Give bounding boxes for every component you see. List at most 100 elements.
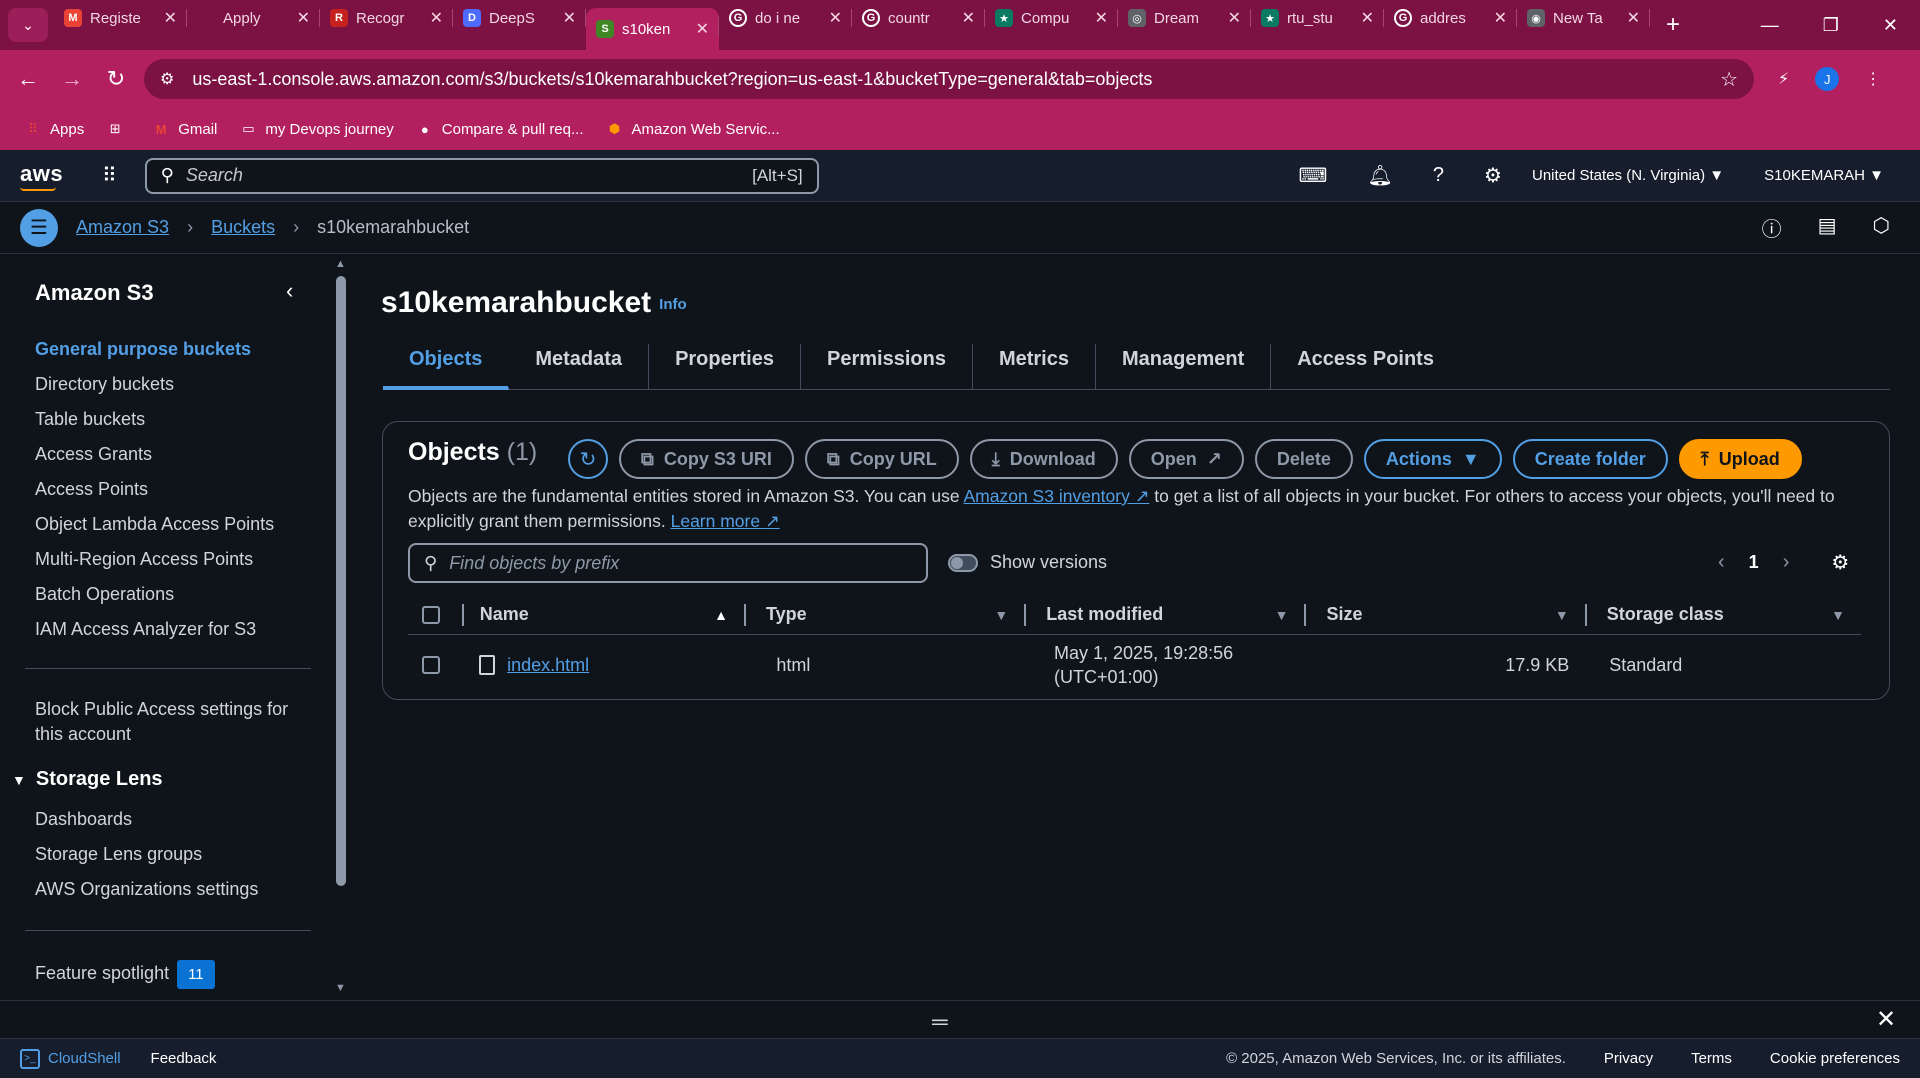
browser-tab[interactable]: Gdo i ne ✕ — [719, 0, 852, 36]
actions-dropdown-button[interactable]: Actions ▼ — [1363, 439, 1502, 479]
sidebar-item-general-purpose-buckets[interactable]: General purpose buckets — [35, 332, 274, 367]
browser-tab[interactable]: Gaddres ✕ — [1384, 0, 1517, 36]
sidebar-item-batch-operations[interactable]: Batch Operations — [35, 577, 274, 612]
scroll-down-icon[interactable]: ▼ — [335, 982, 346, 994]
tab-objects[interactable]: Objects — [383, 344, 510, 390]
browser-tab[interactable]: ★ rtu_stu ✕ — [1251, 0, 1384, 36]
show-versions-toggle[interactable] — [948, 553, 978, 572]
profile-avatar[interactable]: J — [1815, 67, 1840, 91]
create-folder-button[interactable]: Create folder — [1512, 439, 1668, 479]
collapse-sidebar-icon[interactable]: ‹ — [286, 278, 293, 304]
select-all-checkbox[interactable] — [422, 605, 440, 624]
column-header-name[interactable]: Name ▲ — [464, 603, 744, 627]
scroll-up-icon[interactable]: ▲ — [335, 258, 346, 270]
browser-menu-icon[interactable]: ⋮ — [1865, 69, 1881, 89]
copy-s3-uri-button[interactable]: ⧉ Copy S3 URI — [619, 439, 794, 479]
sidebar-item-multi-region[interactable]: Multi-Region Access Points — [35, 542, 274, 577]
region-selector[interactable]: United States (N. Virginia) ▼ — [1532, 167, 1724, 184]
account-menu[interactable]: S10KEMARAH ▼ — [1764, 167, 1884, 184]
extensions-icon[interactable]: ⚡ — [1778, 69, 1789, 89]
cookie-preferences-link[interactable]: Cookie preferences — [1770, 1050, 1900, 1067]
tab-metadata[interactable]: Metadata — [509, 344, 650, 390]
tab-close-icon[interactable]: ✕ — [1228, 8, 1241, 28]
services-menu-icon[interactable]: ⠿ — [102, 163, 117, 188]
bookmark-tab-groups[interactable]: ⊞ — [106, 120, 124, 138]
bookmark-star-icon[interactable]: ☆ — [1720, 67, 1738, 92]
s3-inventory-link[interactable]: Amazon S3 inventory — [964, 486, 1130, 506]
sidebar-item-access-grants[interactable]: Access Grants — [35, 437, 274, 472]
settings-gear-icon[interactable]: ⚙ — [1484, 163, 1502, 188]
browser-tab[interactable]: ◉ New Ta ✕ — [1517, 0, 1650, 36]
tab-access-points[interactable]: Access Points — [1271, 344, 1460, 390]
browser-tab[interactable]: Ss10ken ✕ — [586, 8, 719, 50]
tab-close-icon[interactable]: ✕ — [1095, 8, 1108, 28]
column-header-size[interactable]: Size ▼ — [1306, 603, 1584, 627]
tab-close-icon[interactable]: ✕ — [164, 8, 177, 28]
browser-tab[interactable]: D DeepS ✕ — [453, 0, 586, 36]
site-info-icon[interactable]: ⚙ — [160, 69, 174, 89]
download-button[interactable]: ⤓ Download — [969, 439, 1118, 479]
bookmark-gmail[interactable]: M Gmail — [152, 120, 218, 138]
browser-tab[interactable]: ★ Compu ✕ — [985, 0, 1118, 36]
feedback-link[interactable]: Feedback — [151, 1050, 217, 1067]
learn-more-link[interactable]: Learn more — [671, 511, 761, 531]
refresh-button[interactable]: ↻ — [568, 439, 608, 479]
tab-close-icon[interactable]: ✕ — [430, 8, 443, 28]
aws-logo[interactable]: aws — [20, 161, 68, 191]
sidebar-item-aws-org-settings[interactable]: AWS Organizations settings — [35, 872, 258, 907]
tab-permissions[interactable]: Permissions — [801, 344, 973, 390]
close-panel-icon[interactable]: ✕ — [1876, 1005, 1896, 1034]
tab-metrics[interactable]: Metrics — [973, 344, 1096, 390]
browser-tab[interactable]: Apply ✕ — [187, 0, 320, 36]
column-header-storage-class[interactable]: Storage class ▼ — [1587, 603, 1861, 627]
browser-tab[interactable]: R Recogr ✕ — [320, 0, 453, 36]
sidebar-item-feature-spotlight[interactable]: Feature spotlight 11 — [35, 960, 295, 989]
delete-button[interactable]: Delete — [1254, 439, 1353, 479]
scroll-thumb[interactable] — [336, 276, 346, 886]
open-button[interactable]: Open ↗ — [1128, 439, 1244, 479]
page-number[interactable]: 1 — [1749, 552, 1759, 573]
upload-button[interactable]: ⤒ Upload — [1678, 439, 1802, 479]
sidebar-item-iam-access-analyzer[interactable]: IAM Access Analyzer for S3 — [35, 612, 274, 647]
chevron-right-icon[interactable]: › — [1783, 551, 1790, 574]
back-button[interactable]: ← — [6, 66, 50, 92]
bookmark-aws[interactable]: ⬢ Amazon Web Servic... — [606, 120, 780, 138]
sidebar-item-access-points[interactable]: Access Points — [35, 472, 274, 507]
breadcrumb-buckets[interactable]: Buckets — [211, 217, 275, 238]
bookmark-github[interactable]: ● Compare & pull req... — [416, 120, 584, 138]
help-icon[interactable]: ? — [1433, 164, 1444, 187]
url-bar[interactable]: ⚙ us-east-1.console.aws.amazon.com/s3/bu… — [144, 59, 1754, 99]
breadcrumb-amazon-s3[interactable]: Amazon S3 — [76, 217, 169, 238]
q-assistant-icon[interactable]: ⬡ — [1873, 213, 1890, 242]
tab-close-icon[interactable]: ✕ — [696, 19, 709, 39]
restore-button[interactable]: ❐ — [1823, 15, 1839, 36]
tab-close-icon[interactable]: ✕ — [1494, 8, 1507, 28]
column-header-last-modified[interactable]: Last modified ▼ — [1026, 603, 1304, 627]
find-objects-input[interactable]: ⚲ Find objects by prefix — [408, 543, 928, 583]
browser-tab[interactable]: Gcountr ✕ — [852, 0, 985, 36]
tab-search-button[interactable]: ⌄ — [8, 8, 48, 42]
browser-tab[interactable]: ◎ Dream ✕ — [1118, 0, 1251, 36]
sidebar-section-storage-lens[interactable]: ▼ Storage Lens — [12, 768, 163, 791]
browser-tab[interactable]: M Registe ✕ — [54, 0, 187, 36]
terms-link[interactable]: Terms — [1691, 1050, 1732, 1067]
notes-icon[interactable]: ▤ — [1818, 213, 1837, 242]
table-preferences-gear-icon[interactable]: ⚙ — [1831, 550, 1849, 575]
bookmark-devops[interactable]: ▭ my Devops journey — [239, 120, 394, 138]
tab-close-icon[interactable]: ✕ — [1361, 8, 1374, 28]
tab-close-icon[interactable]: ✕ — [563, 8, 576, 28]
drag-handle-icon[interactable]: ═ — [932, 1009, 948, 1035]
tab-close-icon[interactable]: ✕ — [1627, 8, 1640, 28]
object-link[interactable]: index.html — [507, 655, 589, 676]
copy-url-button[interactable]: ⧉ Copy URL — [804, 439, 959, 479]
sidebar-item-storage-lens-groups[interactable]: Storage Lens groups — [35, 837, 258, 872]
info-panel-icon[interactable]: ⓘ — [1762, 213, 1782, 242]
new-tab-button[interactable]: + — [1666, 11, 1680, 39]
sidebar-item-dashboards[interactable]: Dashboards — [35, 802, 258, 837]
hamburger-menu-icon[interactable]: ☰ — [20, 208, 58, 247]
sidebar-item-object-lambda[interactable]: Object Lambda Access Points — [35, 507, 274, 542]
cloudshell-icon[interactable]: ⌨ — [1299, 163, 1328, 188]
tab-close-icon[interactable]: ✕ — [962, 8, 975, 28]
sidebar-scrollbar[interactable]: ▲ ▼ — [332, 254, 350, 1000]
reload-button[interactable]: ↻ — [94, 66, 138, 92]
